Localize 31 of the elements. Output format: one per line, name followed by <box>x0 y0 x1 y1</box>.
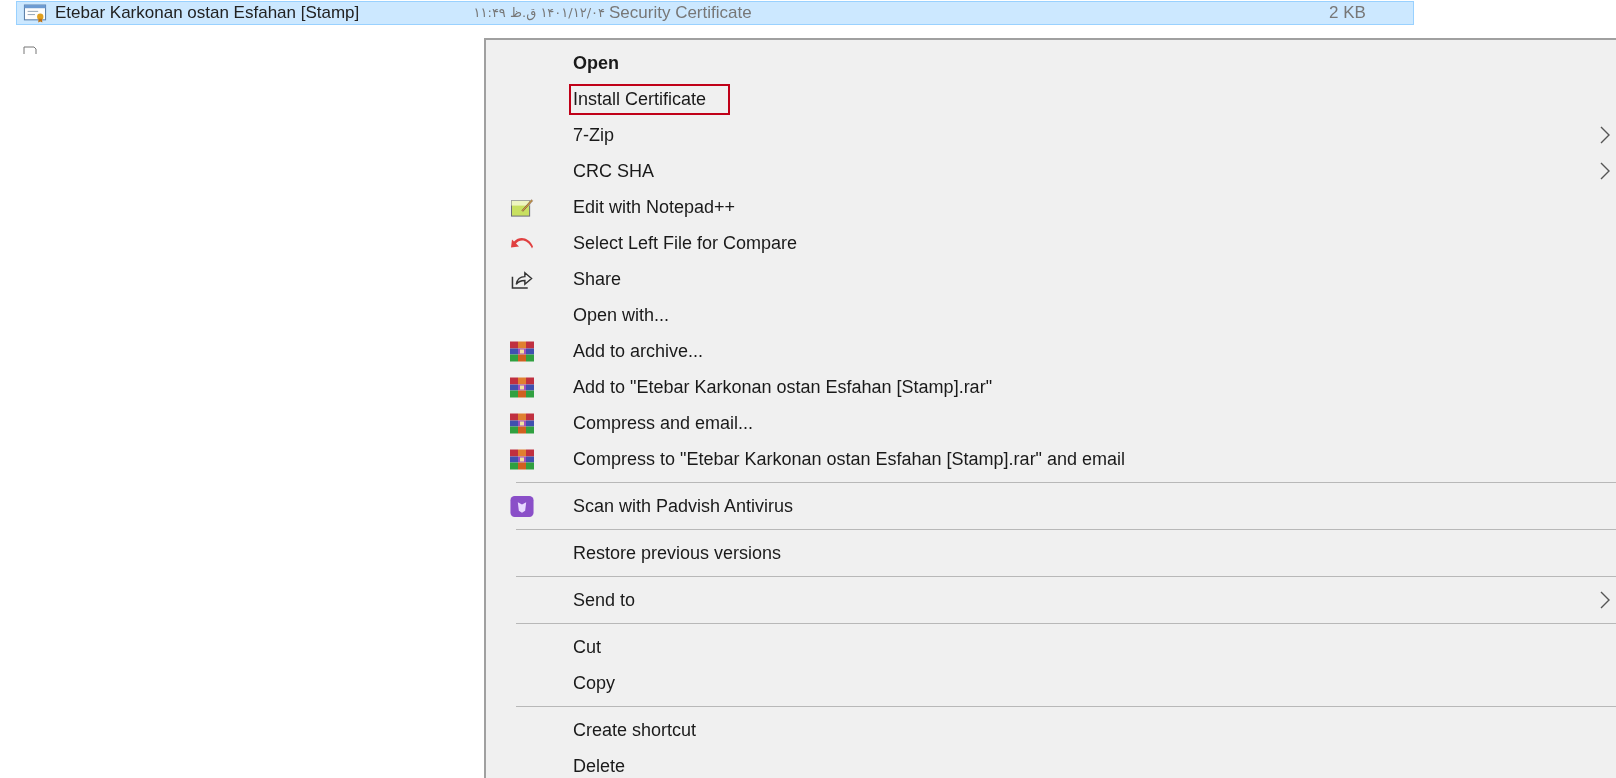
archive-icon <box>510 340 534 362</box>
menu-item[interactable]: Cut <box>486 629 1611 665</box>
menu-item[interactable]: Edit with Notepad++ <box>486 189 1611 225</box>
menu-item[interactable]: Add to archive... <box>486 333 1611 369</box>
menu-item[interactable]: 7-Zip <box>486 117 1611 153</box>
menu-item[interactable]: Install Certificate <box>486 81 1611 117</box>
file-name: Etebar Karkonan ostan Esfahan [Stamp] <box>55 3 361 23</box>
menu-item[interactable]: Compress and email... <box>486 405 1611 441</box>
file-type: Security Certificate <box>609 3 753 23</box>
menu-item[interactable]: Compress to "Etebar Karkonan ostan Esfahan [Stamp].rar" and email <box>486 441 1611 477</box>
file-icon <box>22 46 38 54</box>
archive-icon <box>510 448 534 470</box>
shield-app-icon <box>510 495 534 517</box>
menu-item[interactable]: Restore previous versions <box>486 535 1611 571</box>
menu-item[interactable]: Add to "Etebar Karkonan ostan Esfahan [Stamp].rar" <box>486 369 1611 405</box>
file-date: ۱۴۰۱/۱۲/۰۴ ق.ظ ۱۱:۴۹ <box>472 4 605 23</box>
menu-item[interactable]: Open <box>486 45 1611 81</box>
notepad-icon <box>510 196 534 218</box>
menu-item[interactable]: Create shortcut <box>486 712 1611 748</box>
menu-item[interactable]: CRC SHA <box>486 153 1611 189</box>
menu-item[interactable]: Copy <box>486 665 1611 701</box>
file-size: 2 KB <box>1329 3 1366 23</box>
archive-icon <box>510 412 534 434</box>
menu-item[interactable]: Share <box>486 261 1611 297</box>
certificate-icon <box>23 3 47 23</box>
menu-item[interactable]: Delete <box>486 748 1611 778</box>
menu-item[interactable]: Send to <box>486 582 1611 618</box>
menu-item[interactable]: Scan with Padvish Antivirus <box>486 488 1611 524</box>
menu-item[interactable]: Select Left File for Compare <box>486 225 1611 261</box>
menu-item[interactable]: Open with... <box>486 297 1611 333</box>
archive-icon <box>510 376 534 398</box>
